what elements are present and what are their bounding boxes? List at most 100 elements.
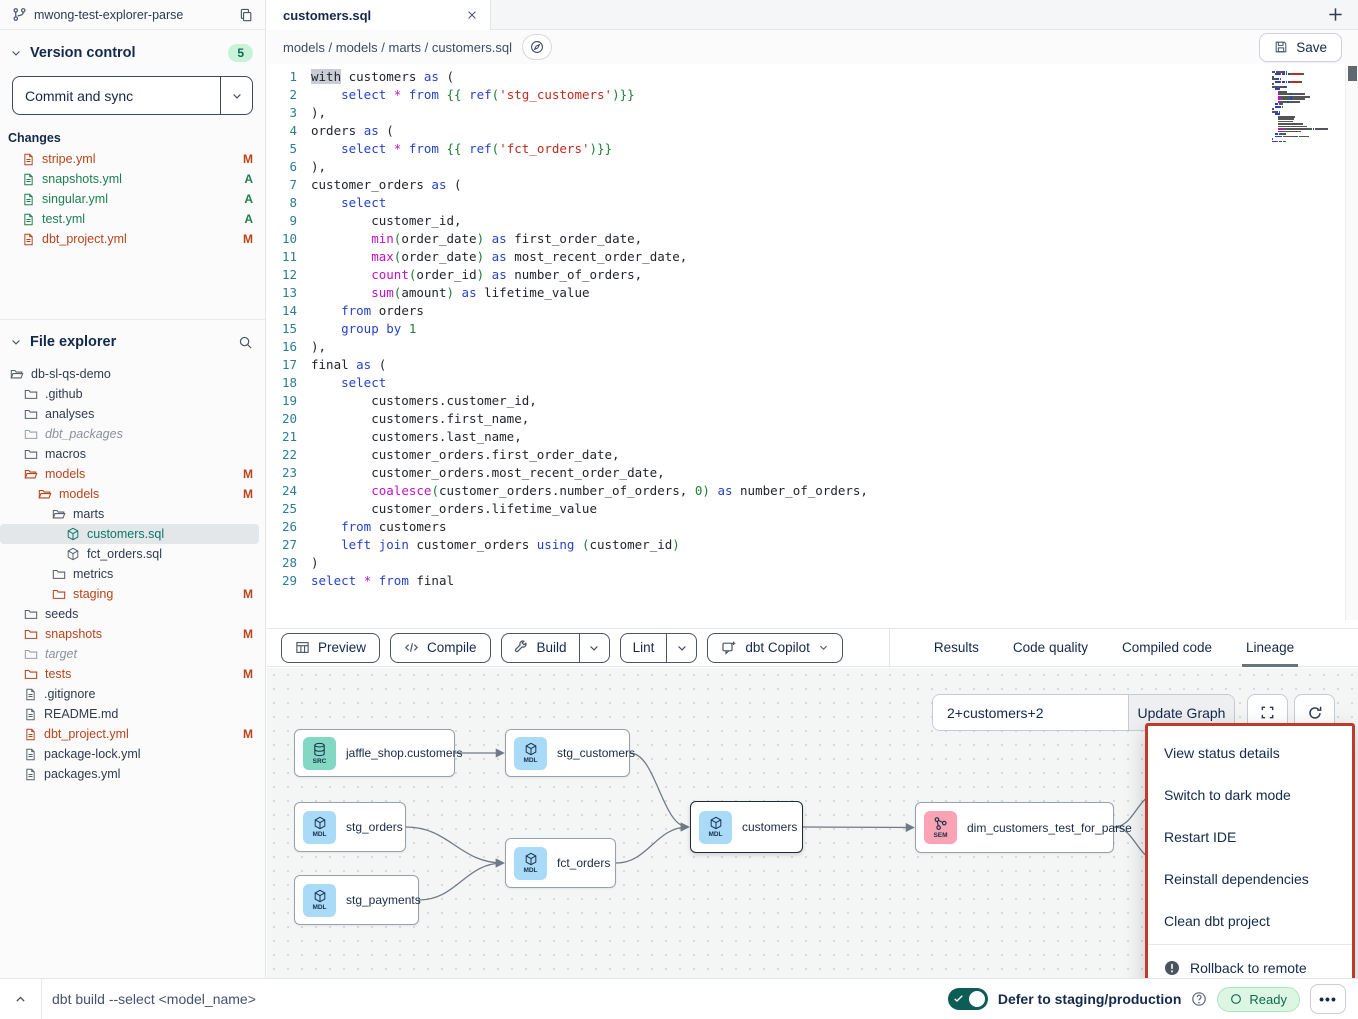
- lineage-node-stg_orders[interactable]: MDL stg_orders: [294, 802, 406, 852]
- change-item-dbt_project.yml[interactable]: dbt_project.yml M: [0, 229, 265, 249]
- menu-item-view-status-details[interactable]: View status details: [1148, 732, 1352, 774]
- scrollbar-thumb[interactable]: [1348, 66, 1357, 81]
- menu-item-restart-ide[interactable]: Restart IDE: [1148, 816, 1352, 858]
- tree-item-staging[interactable]: stagingM: [0, 584, 265, 604]
- tree-item-README.md[interactable]: README.md: [0, 704, 265, 724]
- code-line: 15 group by 1: [267, 320, 1298, 338]
- tree-item-label: customers.sql: [87, 527, 247, 541]
- tree-item-models[interactable]: modelsM: [0, 464, 265, 484]
- tree-item-target[interactable]: target: [0, 644, 265, 664]
- tree-item-package-lock.yml[interactable]: package-lock.yml: [0, 744, 265, 764]
- commit-and-sync-button[interactable]: Commit and sync: [12, 76, 253, 115]
- tree-item-snapshots[interactable]: snapshotsM: [0, 624, 265, 644]
- breadcrumb-row: models / models / marts / customers.sql …: [267, 30, 1358, 64]
- copy-icon[interactable]: [239, 8, 253, 22]
- lineage-node-fct_orders[interactable]: MDL fct_orders: [505, 838, 616, 888]
- folder-open-icon: [10, 367, 24, 381]
- lineage-node-jaffle_shop.customers[interactable]: SRC jaffle_shop.customers: [294, 729, 455, 777]
- defer-label: Defer to staging/production: [998, 991, 1182, 1007]
- tree-item-db-sl-qs-demo[interactable]: db-sl-qs-demo: [0, 364, 265, 384]
- tree-item-label: models: [59, 487, 236, 501]
- toggle-knob: [969, 991, 985, 1007]
- code-editor[interactable]: 1with customers as (2 select * from {{ r…: [267, 65, 1358, 628]
- result-tabs: Results Code quality Compiled code Lineage: [934, 628, 1294, 667]
- tab-compiled-code[interactable]: Compiled code: [1122, 628, 1212, 667]
- change-item-test.yml[interactable]: test.yml A: [0, 209, 265, 229]
- lineage-node-stg_payments[interactable]: MDL stg_payments: [294, 875, 419, 925]
- file-explorer-header[interactable]: File explorer: [0, 320, 265, 360]
- command-input[interactable]: dbt build --select <model_name>: [41, 979, 948, 1019]
- tree-item-marts[interactable]: marts: [0, 504, 265, 524]
- build-label: Build: [537, 640, 567, 655]
- folder-icon: [24, 667, 38, 681]
- new-tab-plus-icon[interactable]: [1327, 6, 1344, 23]
- dbt-copilot-button[interactable]: dbt Copilot: [707, 633, 843, 663]
- branch-selector[interactable]: mwong-test-explorer-parse: [0, 0, 265, 30]
- node-label: dim_customers_test_for_parse: [967, 821, 1132, 835]
- tab-results[interactable]: Results: [934, 628, 979, 667]
- tree-item-packages.yml[interactable]: packages.yml: [0, 764, 265, 784]
- compile-button[interactable]: Compile: [390, 633, 491, 663]
- commit-options-chevron[interactable]: [220, 77, 252, 114]
- cube-icon: MDL: [514, 847, 547, 880]
- tree-item-tests[interactable]: testsM: [0, 664, 265, 684]
- folder-icon: [24, 447, 38, 461]
- preview-button[interactable]: Preview: [281, 633, 380, 663]
- lineage-canvas[interactable]: SRC jaffle_shop.customers MDL stg_custome…: [267, 668, 1358, 978]
- menu-item-reinstall-dependencies[interactable]: Reinstall dependencies: [1148, 858, 1352, 900]
- lineage-node-stg_customers[interactable]: MDL stg_customers: [505, 729, 630, 777]
- tree-item-label: README.md: [44, 707, 253, 721]
- tree-item-dbt_project.yml[interactable]: dbt_project.ymlM: [0, 724, 265, 744]
- tab-customers-sql[interactable]: customers.sql: [267, 0, 491, 30]
- minimap[interactable]: [1272, 71, 1342, 143]
- chevron-up-icon[interactable]: [0, 979, 41, 1019]
- tree-item-label: metrics: [73, 567, 253, 581]
- code-line: 26 from customers: [267, 518, 1298, 536]
- tree-item-macros[interactable]: macros: [0, 444, 265, 464]
- menu-item-clean-dbt-project[interactable]: Clean dbt project: [1148, 900, 1352, 942]
- explore-compass-icon[interactable]: [522, 34, 552, 60]
- change-file-name: snapshots.yml: [42, 172, 237, 186]
- tab-code-quality[interactable]: Code quality: [1013, 628, 1088, 667]
- lineage-node-customers[interactable]: MDL customers: [690, 801, 803, 853]
- code-line: 7customer_orders as (: [267, 176, 1298, 194]
- menu-item-rollback-to-remote[interactable]: Rollback to remote: [1148, 947, 1352, 978]
- tree-item-customers.sql[interactable]: customers.sql: [0, 524, 259, 544]
- folder-open-icon: [52, 507, 66, 521]
- ide-status-badge[interactable]: Ready: [1217, 987, 1300, 1012]
- tree-item-.gitignore[interactable]: .gitignore: [0, 684, 265, 704]
- lint-button[interactable]: Lint: [621, 634, 667, 662]
- help-icon[interactable]: [1191, 991, 1207, 1007]
- change-item-stripe.yml[interactable]: stripe.yml M: [0, 149, 265, 169]
- editor-scrollbar[interactable]: [1345, 65, 1358, 620]
- file-icon: [24, 708, 37, 721]
- tree-item-dbt_packages[interactable]: dbt_packages: [0, 424, 265, 444]
- lineage-node-dim_customers_test_for_parse[interactable]: SEM dim_customers_test_for_parse: [915, 802, 1114, 853]
- change-item-singular.yml[interactable]: singular.yml A: [0, 189, 265, 209]
- more-options-button[interactable]: •••: [1310, 984, 1346, 1014]
- search-icon[interactable]: [238, 335, 253, 350]
- tree-item-metrics[interactable]: metrics: [0, 564, 265, 584]
- node-label: stg_payments: [346, 893, 421, 907]
- tab-lineage[interactable]: Lineage: [1246, 628, 1294, 667]
- version-control-header[interactable]: Version control 5: [0, 30, 265, 72]
- chevron-down-icon: [818, 642, 829, 653]
- tree-item-models[interactable]: modelsM: [0, 484, 265, 504]
- tree-item-fct_orders.sql[interactable]: fct_orders.sql: [0, 544, 265, 564]
- tree-item-analyses[interactable]: analyses: [0, 404, 265, 424]
- menu-item-switch-to-dark-mode[interactable]: Switch to dark mode: [1148, 774, 1352, 816]
- close-icon[interactable]: [466, 9, 478, 21]
- lineage-selector-input[interactable]: [933, 695, 1128, 730]
- change-item-snapshots.yml[interactable]: snapshots.yml A: [0, 169, 265, 189]
- defer-toggle[interactable]: [948, 988, 988, 1010]
- git-branch-icon: [12, 7, 27, 22]
- tree-item-seeds[interactable]: seeds: [0, 604, 265, 624]
- build-options-chevron[interactable]: [579, 634, 609, 662]
- save-button[interactable]: Save: [1259, 33, 1342, 62]
- alert-circle-icon: [1164, 960, 1180, 976]
- tree-item-.github[interactable]: .github: [0, 384, 265, 404]
- build-button[interactable]: Build: [502, 634, 579, 662]
- code-line: 5 select * from {{ ref('fct_orders')}}: [267, 140, 1298, 158]
- code-line: 23 customer_orders.most_recent_order_dat…: [267, 464, 1298, 482]
- lint-options-chevron[interactable]: [666, 634, 696, 662]
